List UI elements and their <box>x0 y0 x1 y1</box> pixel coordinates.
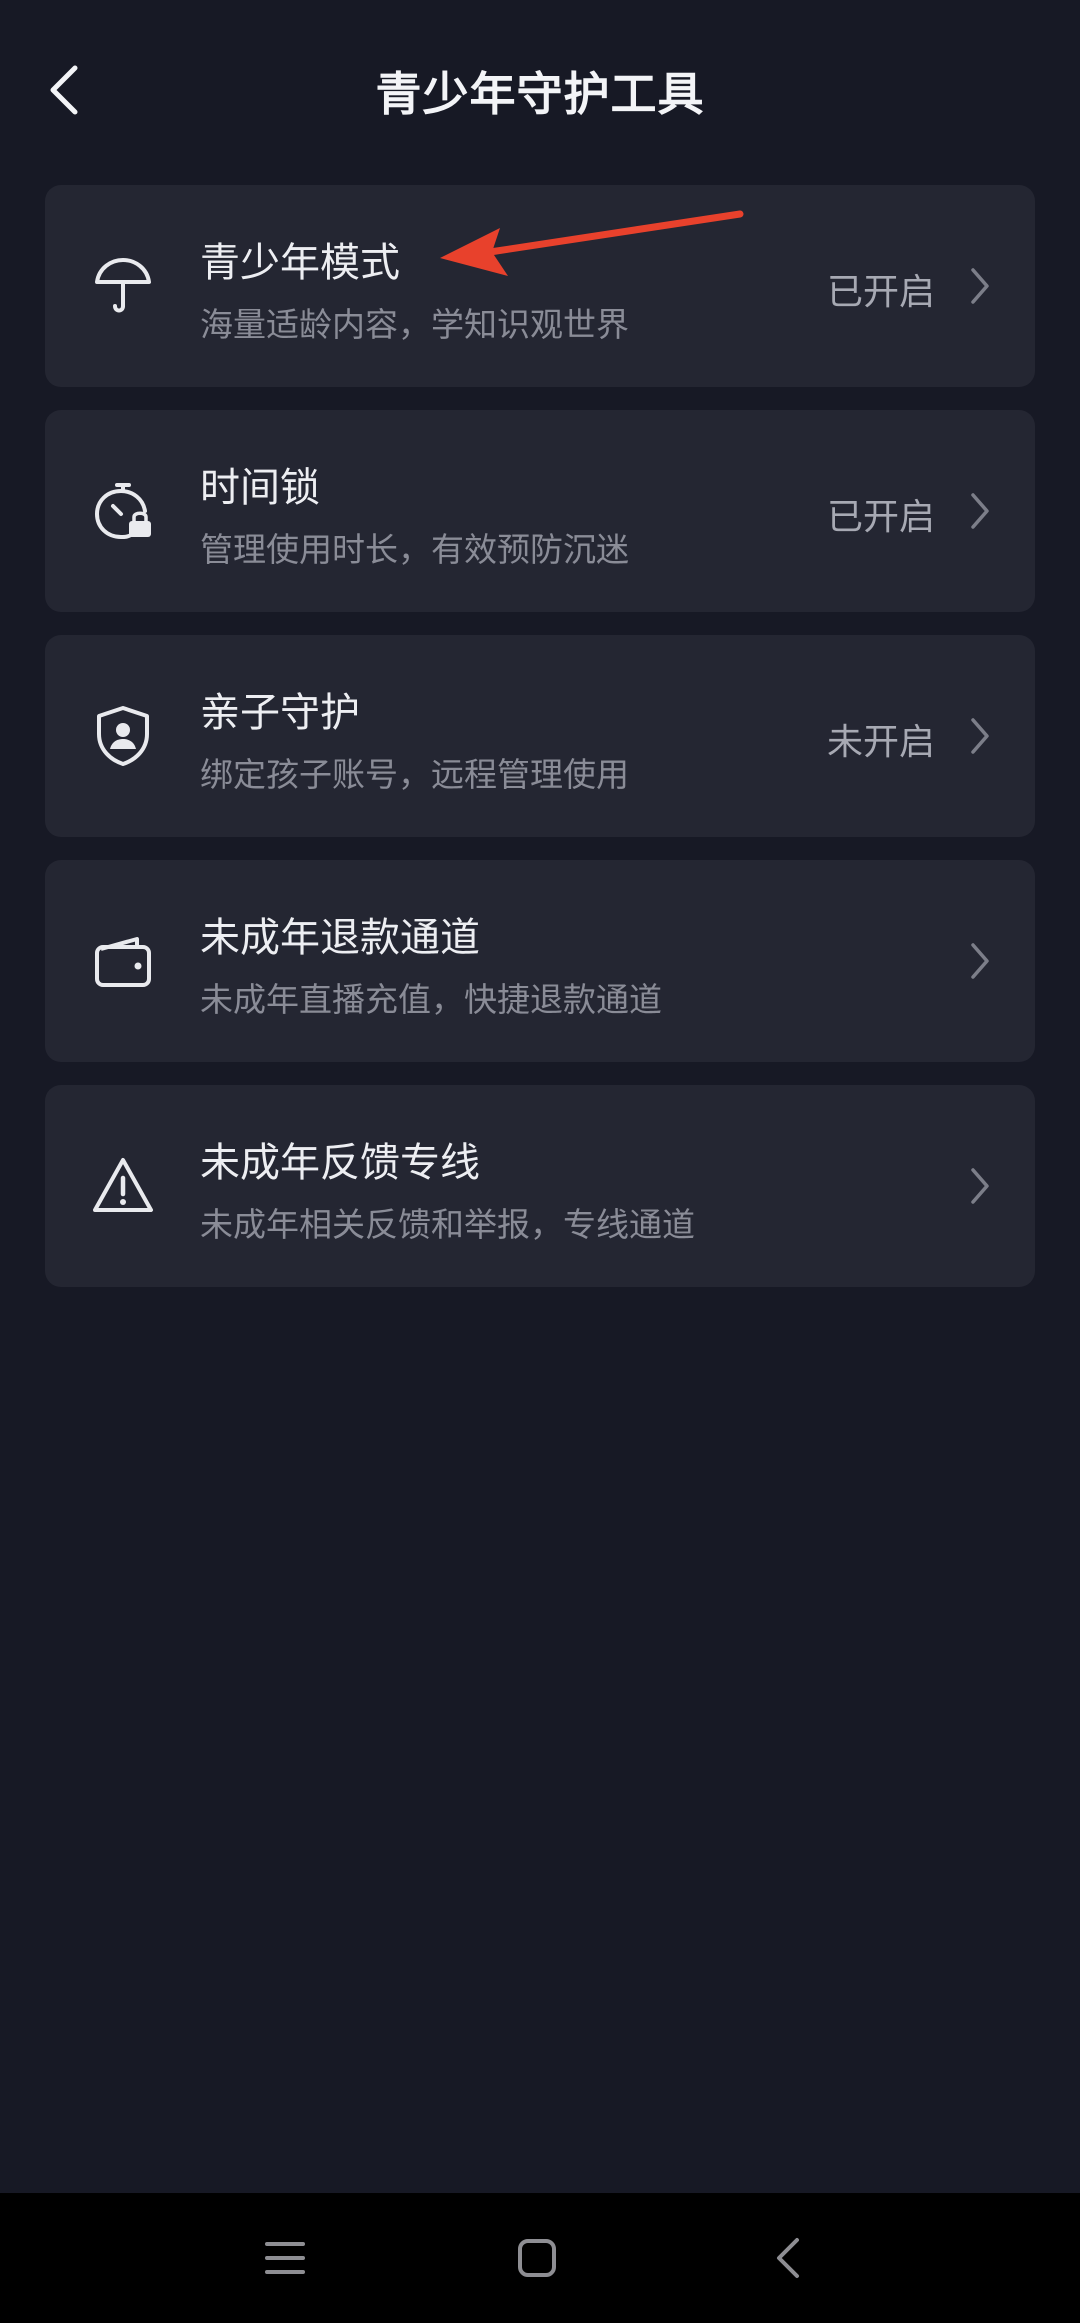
status-label: 已开启 <box>826 272 935 313</box>
menu-item-desc: 海量适龄内容，学知识观世界 <box>200 305 629 344</box>
umbrella-icon <box>87 250 159 322</box>
menu-item-minor-refund[interactable]: 未成年退款通道 未成年直播充值，快捷退款通道 <box>45 860 1035 1062</box>
page-title: 青少年守护工具 <box>375 67 705 121</box>
menu-item-parental-guard[interactable]: 亲子守护 绑定孩子账号，远程管理使用 未开启 <box>45 635 1035 837</box>
menu-item-title: 时间锁 <box>200 465 320 511</box>
nav-back-button[interactable] <box>748 2223 828 2293</box>
status-label: 未开启 <box>826 722 935 763</box>
warning-triangle-icon <box>87 1150 159 1222</box>
chevron-right-icon <box>967 488 993 534</box>
menu-lines-icon <box>265 2242 305 2274</box>
system-nav-bar <box>0 2193 1080 2323</box>
menu-list: 青少年模式 海量适龄内容，学知识观世界 已开启 时间锁 管理使用时长，有效预防沉… <box>45 185 1035 1310</box>
shield-person-icon <box>87 700 159 772</box>
chevron-right-icon <box>967 1163 993 1209</box>
menu-item-desc: 管理使用时长，有效预防沉迷 <box>200 530 629 569</box>
menu-item-teen-mode[interactable]: 青少年模式 海量适龄内容，学知识观世界 已开启 <box>45 185 1035 387</box>
wallet-icon <box>87 925 159 997</box>
status-label: 已开启 <box>826 497 935 538</box>
menu-item-desc: 绑定孩子账号，远程管理使用 <box>200 755 629 794</box>
home-square-icon <box>518 2239 556 2277</box>
menu-item-title: 亲子守护 <box>200 690 360 736</box>
chevron-right-icon <box>967 938 993 984</box>
nav-home-button[interactable] <box>497 2223 577 2293</box>
back-triangle-icon <box>777 2238 799 2278</box>
menu-item-time-lock[interactable]: 时间锁 管理使用时长，有效预防沉迷 已开启 <box>45 410 1035 612</box>
chevron-right-icon <box>967 263 993 309</box>
menu-item-minor-feedback[interactable]: 未成年反馈专线 未成年相关反馈和举报，专线通道 <box>45 1085 1035 1287</box>
menu-item-title: 未成年退款通道 <box>200 915 480 961</box>
menu-item-desc: 未成年相关反馈和举报，专线通道 <box>200 1205 695 1244</box>
timer-lock-icon <box>87 475 159 547</box>
top-bar: 青少年守护工具 <box>0 0 1080 180</box>
menu-item-title: 未成年反馈专线 <box>200 1140 480 1186</box>
menu-item-title: 青少年模式 <box>200 240 400 286</box>
nav-menu-button[interactable] <box>245 2223 325 2293</box>
menu-item-desc: 未成年直播充值，快捷退款通道 <box>200 980 662 1019</box>
chevron-right-icon <box>967 713 993 759</box>
